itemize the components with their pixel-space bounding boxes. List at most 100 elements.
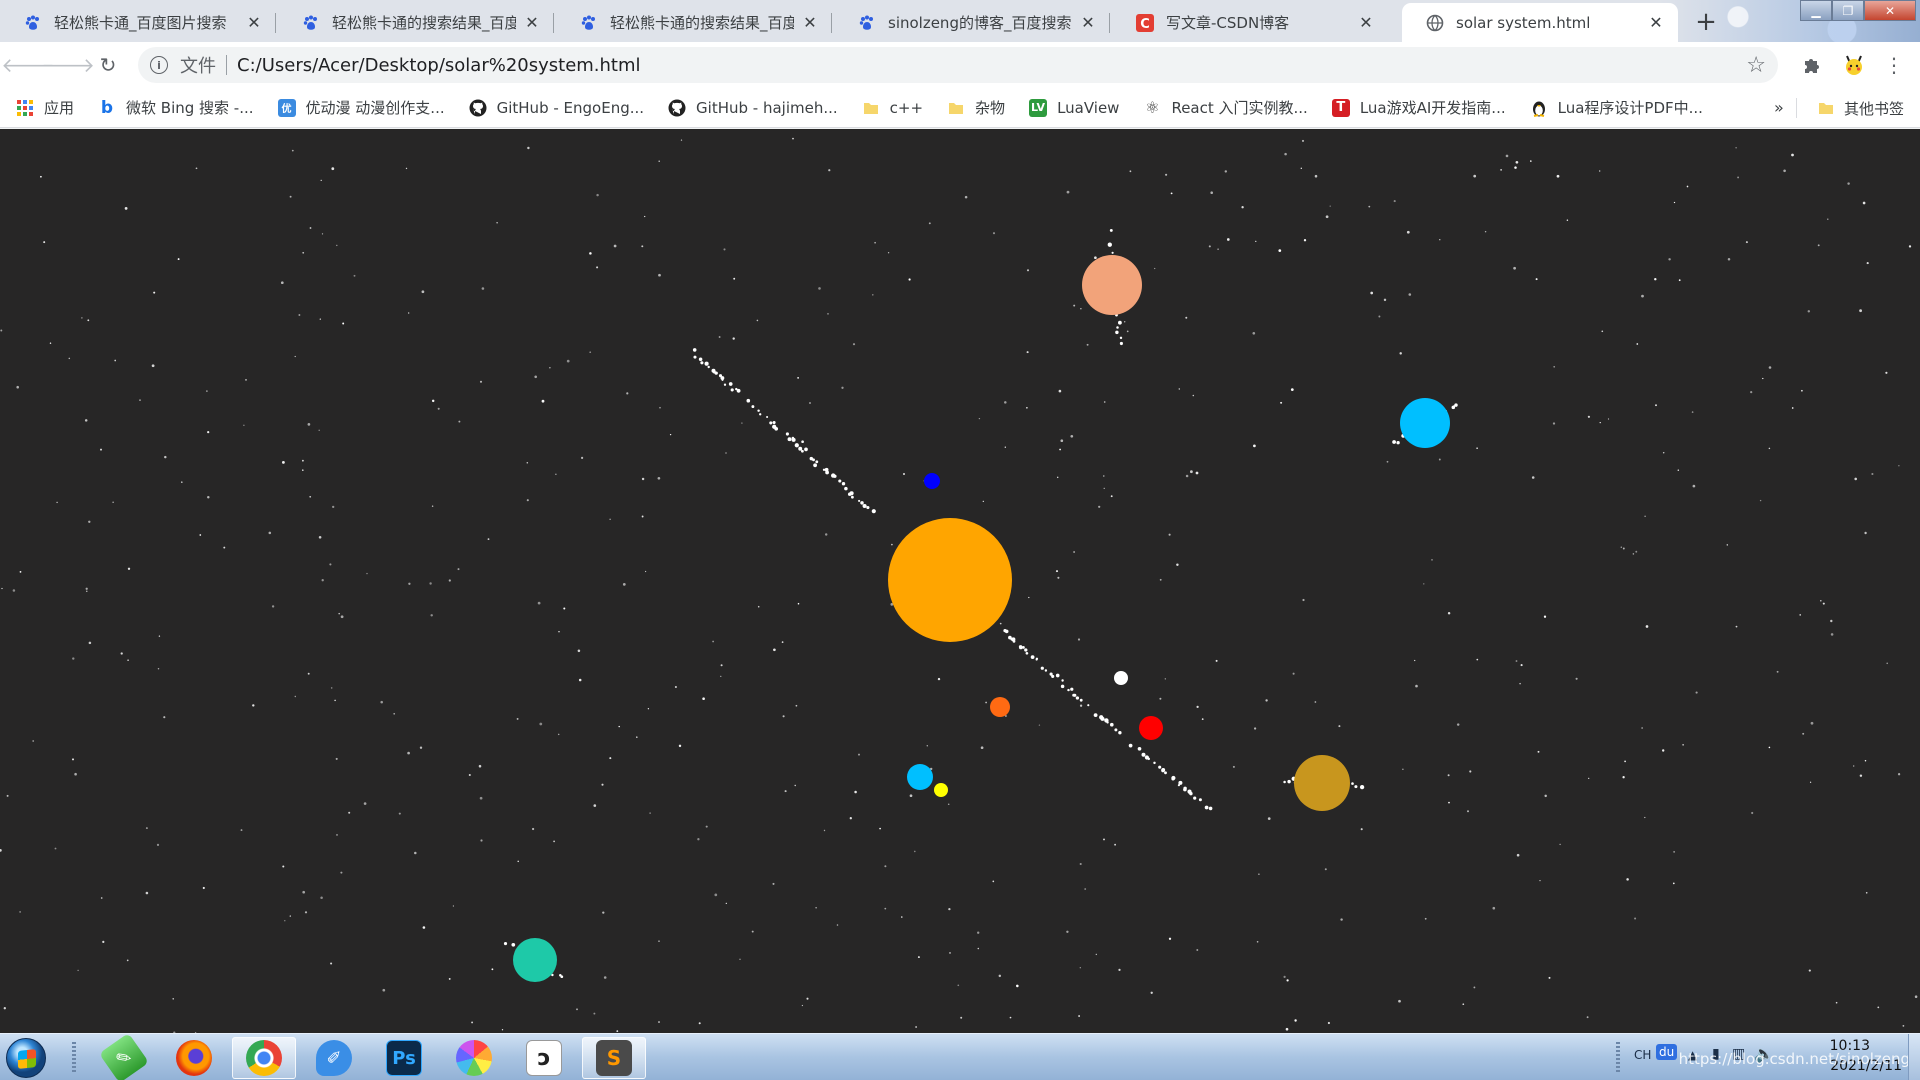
bookmark-github-engoeng[interactable]: GitHub - EngoEng...: [469, 99, 644, 117]
star: [1864, 531, 1867, 535]
star: [1258, 873, 1260, 875]
star: [1114, 843, 1116, 846]
pikachu-extension-icon[interactable]: [1838, 49, 1870, 81]
info-icon[interactable]: i: [150, 56, 168, 74]
taskbar-color-wheel-app[interactable]: [442, 1037, 506, 1079]
star: [659, 406, 661, 409]
close-tab-icon[interactable]: ✕: [522, 13, 542, 33]
baidu-paw-icon: [24, 14, 42, 32]
trail-dot: [1060, 684, 1065, 689]
star: [741, 422, 743, 424]
bookmark-label: GitHub - EngoEng...: [496, 98, 645, 117]
new-tab-button[interactable]: +: [1690, 6, 1722, 38]
bookmark-folder-misc[interactable]: 杂物: [947, 97, 1005, 118]
planet-earth: [907, 764, 933, 790]
taskbar-firefox-app[interactable]: [162, 1037, 226, 1079]
extensions-puzzle-icon[interactable]: [1796, 49, 1828, 81]
trail-dot: [736, 388, 741, 393]
taskbar-photoshop-app[interactable]: Ps: [372, 1037, 436, 1079]
minimize-button[interactable]: ▁: [1800, 0, 1832, 21]
star: [85, 587, 88, 590]
star: [479, 380, 483, 383]
tab-3[interactable]: 轻松熊卡通的搜索结果_百度图 ✕: [556, 3, 832, 42]
star: [720, 675, 722, 678]
tab-5[interactable]: C 写文章-CSDN博客 ✕: [1112, 3, 1388, 42]
star: [1635, 550, 1638, 553]
maximize-button[interactable]: ❐: [1832, 0, 1864, 21]
close-tab-icon[interactable]: ✕: [1356, 13, 1376, 33]
star: [517, 860, 519, 863]
show-desktop-button[interactable]: [1908, 1034, 1920, 1080]
bookmarks-overflow-chevron-icon[interactable]: »: [1774, 98, 1784, 117]
taskbar-note-app[interactable]: ✐: [302, 1037, 366, 1079]
folder-icon: [862, 99, 880, 117]
taskbar-green-pen-app[interactable]: ✎: [92, 1032, 156, 1080]
star: [1217, 248, 1219, 251]
star: [1159, 578, 1162, 581]
close-tab-icon[interactable]: ✕: [1078, 13, 1098, 33]
star: [1513, 266, 1516, 270]
bookmark-luaview[interactable]: LV LuaView: [1029, 98, 1119, 117]
bookmark-folder-cpp[interactable]: c++: [862, 99, 923, 117]
star: [549, 367, 551, 369]
star: [223, 546, 226, 549]
bookmark-lua-pdf[interactable]: Lua程序设计PDF中...: [1530, 97, 1703, 118]
trail-dot: [798, 446, 803, 451]
trail-dot: [1099, 715, 1104, 720]
star: [429, 582, 432, 585]
window-close-button[interactable]: ✕: [1864, 0, 1916, 21]
star: [457, 568, 460, 571]
ime-language-indicator[interactable]: CH: [1634, 1048, 1651, 1062]
bookmark-other-folder[interactable]: 其他书签: [1818, 88, 1904, 128]
star: [1408, 293, 1412, 296]
star: [697, 838, 700, 841]
bookmark-bing[interactable]: b 微软 Bing 搜索 -...: [98, 97, 254, 118]
trail-dot: [787, 437, 792, 442]
baidu-ime-icon[interactable]: du: [1656, 1044, 1678, 1060]
close-tab-icon[interactable]: ✕: [1646, 13, 1666, 33]
tab-4[interactable]: sinolzeng的博客_百度搜索 ✕: [834, 3, 1110, 42]
bookmark-label: 其他书签: [1843, 99, 1904, 118]
reload-button[interactable]: ↻: [92, 49, 124, 81]
star: [1150, 991, 1153, 994]
firefox-icon: [176, 1040, 212, 1076]
bookmark-star-icon[interactable]: ☆: [1746, 53, 1766, 78]
trail-dot: [1044, 669, 1048, 672]
star: [304, 911, 308, 914]
start-button[interactable]: [6, 1038, 46, 1078]
star: [336, 244, 338, 247]
star: [321, 233, 324, 235]
taskbar-chrome-app[interactable]: [232, 1037, 296, 1079]
trail-dot: [1055, 673, 1060, 678]
forward-button[interactable]: 🡒: [41, 49, 95, 81]
star: [1516, 853, 1520, 857]
trail-dot: [746, 398, 751, 403]
back-button[interactable]: 🡐: [1, 49, 55, 81]
taskbar-sublime-text-app[interactable]: S: [582, 1037, 646, 1079]
menu-kebab-icon[interactable]: ⋮: [1878, 49, 1910, 81]
taskbar-clip-studio-app[interactable]: ɔ: [512, 1037, 576, 1079]
star: [577, 649, 581, 653]
star: [1406, 230, 1410, 234]
solar-system-canvas[interactable]: [0, 129, 1920, 1033]
close-tab-icon[interactable]: ✕: [800, 13, 820, 33]
bookmark-apps[interactable]: 应用: [16, 97, 74, 118]
url-text[interactable]: C:/Users/Acer/Desktop/solar%20system.htm…: [237, 55, 641, 76]
star: [609, 518, 611, 520]
close-tab-icon[interactable]: ✕: [244, 13, 264, 33]
tab-active-solar-system[interactable]: solar system.html ✕: [1402, 3, 1678, 42]
bookmark-lua-game-ai[interactable]: T Lua游戏AI开发指南...: [1331, 97, 1506, 118]
star: [680, 139, 683, 141]
star: [0, 849, 2, 852]
bookmark-react[interactable]: ⚛ React 入门实例教...: [1143, 97, 1308, 118]
address-bar[interactable]: i 文件 C:/Users/Acer/Desktop/solar%20syste…: [138, 47, 1778, 83]
luaview-icon: LV: [1029, 98, 1048, 117]
star: [1368, 205, 1371, 208]
bookmark-youdongman[interactable]: 优 优动漫 动漫创作支...: [277, 97, 445, 118]
scheme-label: 文件: [180, 56, 216, 77]
tab-2[interactable]: 轻松熊卡通的搜索结果_百度图 ✕: [278, 3, 554, 42]
star: [801, 440, 804, 444]
tab-1[interactable]: 轻松熊卡通_百度图片搜索 ✕: [0, 3, 276, 42]
trail-dot: [714, 371, 718, 375]
bookmark-github-hajimeh[interactable]: GitHub - hajimeh...: [668, 99, 838, 117]
